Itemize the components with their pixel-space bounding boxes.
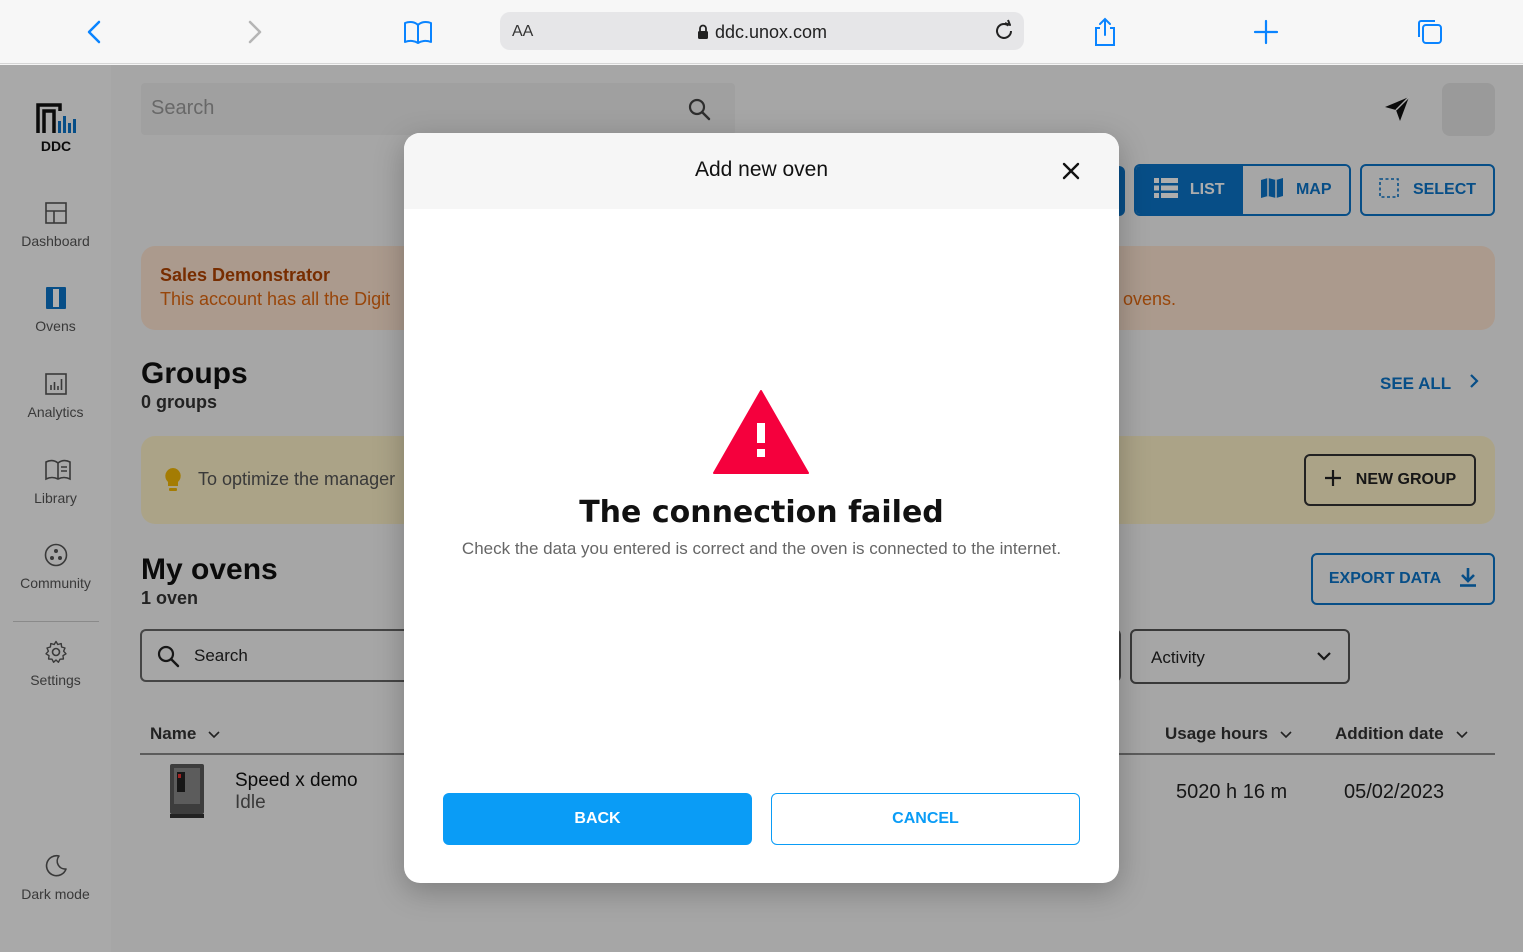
- forward-arrow-icon[interactable]: [239, 16, 271, 48]
- share-icon[interactable]: [1089, 16, 1121, 48]
- back-arrow-icon[interactable]: [78, 16, 110, 48]
- tabs-overview-icon[interactable]: [1414, 16, 1446, 48]
- new-tab-icon[interactable]: [1250, 16, 1282, 48]
- dialog-title: Add new oven: [694, 158, 829, 181]
- back-button[interactable]: BACK: [443, 793, 752, 845]
- error-title: The connection failed: [579, 495, 944, 530]
- url-bar[interactable]: AA ddc.unox.com: [500, 12, 1024, 50]
- cancel-button[interactable]: CANCEL: [771, 793, 1080, 845]
- bookmarks-icon[interactable]: [402, 16, 434, 48]
- lock-icon: [697, 24, 709, 45]
- warning-icon: [712, 389, 810, 480]
- url-text: ddc.unox.com: [714, 22, 828, 42]
- add-oven-dialog: Add new oven The connection failed Check…: [404, 133, 1119, 883]
- reload-icon[interactable]: [992, 19, 1016, 48]
- browser-toolbar: AA ddc.unox.com: [0, 0, 1523, 64]
- error-message: Check the data you entered is correct an…: [461, 539, 1062, 558]
- close-icon[interactable]: [1059, 159, 1083, 183]
- dialog-header: Add new oven: [404, 133, 1119, 209]
